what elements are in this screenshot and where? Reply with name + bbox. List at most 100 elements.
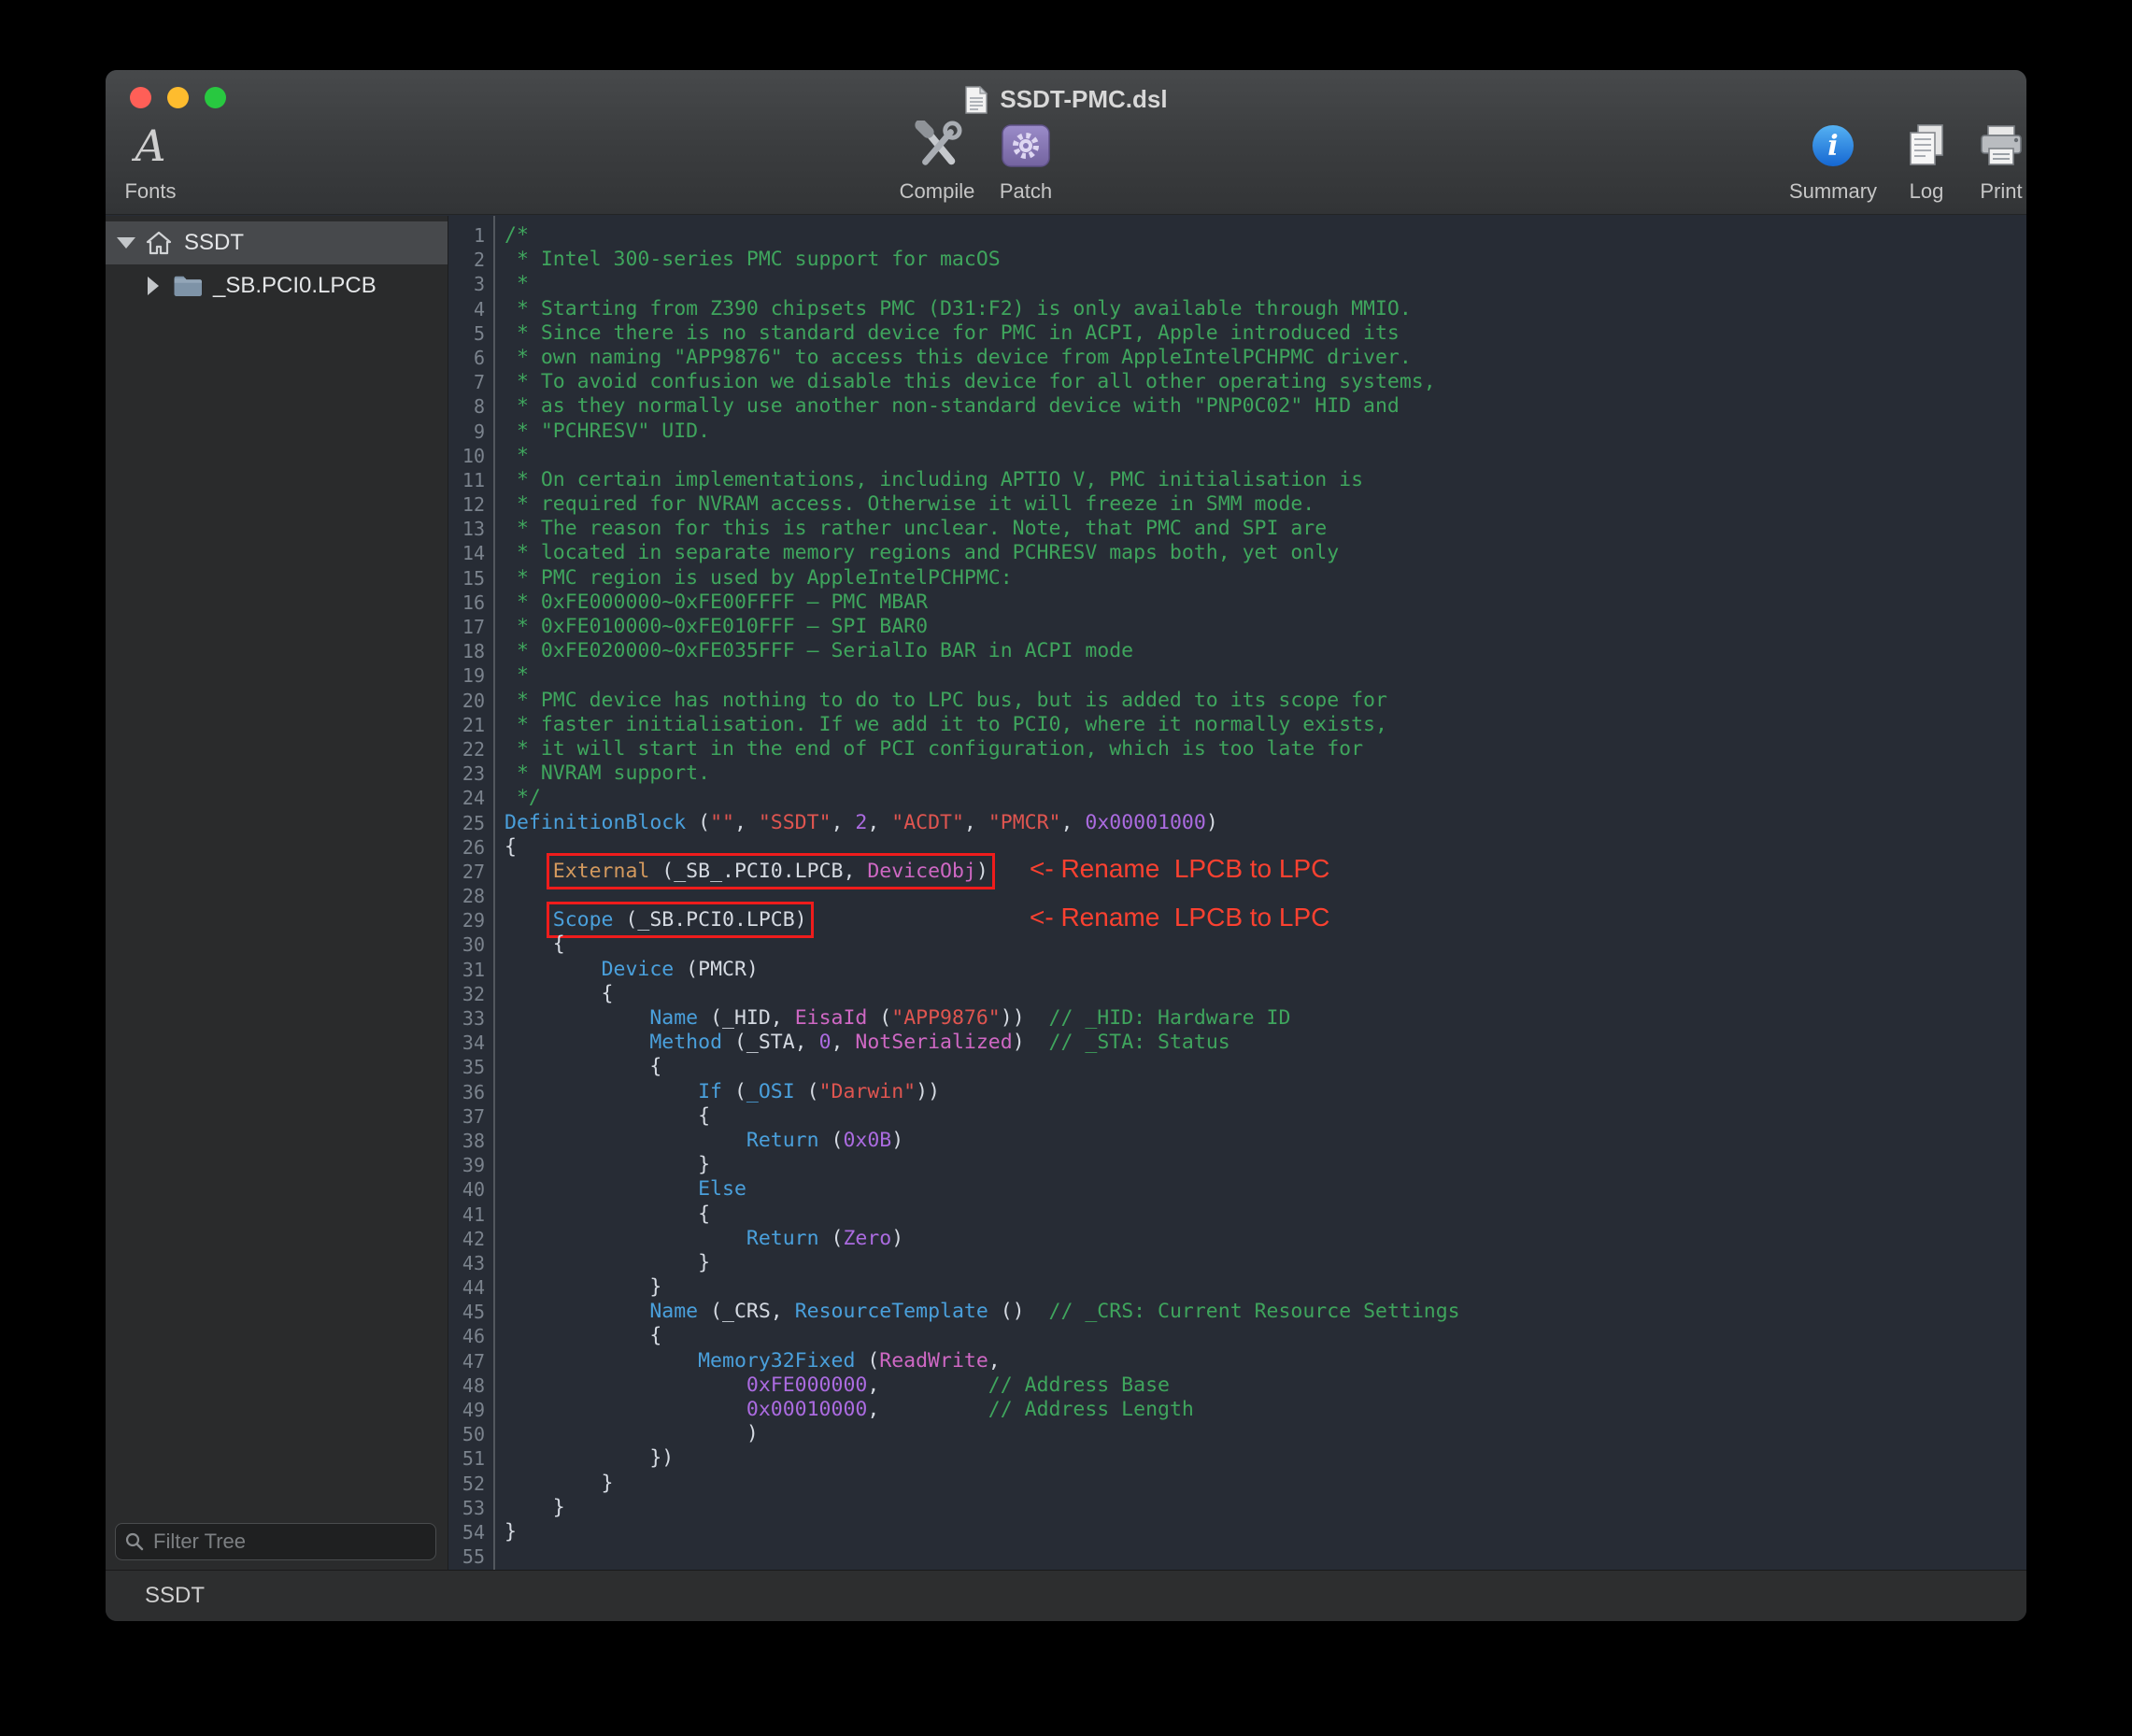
code-line-50[interactable]: ) [505,1422,2026,1446]
code-line-51[interactable]: }) [505,1446,2026,1471]
code-line-2[interactable]: * Intel 300-series PMC support for macOS [505,248,2026,272]
code-line-30[interactable]: { [505,932,2026,957]
code-line-47[interactable]: Memory32Fixed (ReadWrite, [505,1349,2026,1373]
print-button[interactable]: Print [1964,120,2026,208]
line-number: 55 [448,1544,493,1569]
patch-button[interactable]: Patch [988,120,1063,208]
status-text: SSDT [145,1583,205,1609]
code-line-9[interactable]: * "PCHRESV" UID. [505,420,2026,444]
annotation-box: External (_SB_.PCI0.LPCB, DeviceObj) [553,860,988,883]
code-line-43[interactable]: } [505,1251,2026,1275]
code-line-49[interactable]: 0x00010000, // Address Length [505,1398,2026,1422]
code-line-4[interactable]: * Starting from Z390 chipsets PMC (D31:F… [505,297,2026,321]
code-line-22[interactable]: * it will start in the end of PCI config… [505,737,2026,761]
code-line-15[interactable]: * PMC region is used by AppleIntelPCHPMC… [505,566,2026,591]
line-number: 51 [448,1446,493,1471]
code-line-24[interactable]: */ [505,786,2026,810]
code-line-36[interactable]: If (_OSI ("Darwin")) [505,1080,2026,1104]
line-number: 43 [448,1251,493,1275]
disclosure-triangle-collapsed[interactable] [148,277,159,295]
line-number: 8 [448,394,493,419]
code-line-41[interactable]: { [505,1202,2026,1227]
summary-info-icon: i [1811,120,1855,172]
code-line-45[interactable]: Name (_CRS, ResourceTemplate () // _CRS:… [505,1300,2026,1324]
code-line-10[interactable]: * [505,444,2026,468]
code-line-31[interactable]: Device (PMCR) [505,958,2026,982]
titlebar: SSDT-PMC.dsl A Fonts Compile [106,70,2026,215]
code-line-6[interactable]: * own naming "APP9876" to access this de… [505,346,2026,370]
code-line-32[interactable]: { [505,982,2026,1006]
log-button[interactable]: Log [1894,120,1959,208]
code-line-37[interactable]: { [505,1104,2026,1129]
line-number: 27 [448,860,493,884]
line-number: 6 [448,346,493,370]
fonts-button[interactable]: A Fonts [111,120,190,208]
code-line-35[interactable]: { [505,1055,2026,1079]
line-number: 47 [448,1349,493,1373]
code-line-48[interactable]: 0xFE000000, // Address Base [505,1373,2026,1398]
gutter: 1234567891011121314151617181920212223242… [448,216,495,1570]
code-line-33[interactable]: Name (_HID, EisaId ("APP9876")) // _HID:… [505,1006,2026,1031]
filter-tree-field [115,1523,436,1560]
code-line-17[interactable]: * 0xFE010000~0xFE010FFF – SPI BAR0 [505,615,2026,639]
compile-button[interactable]: Compile [886,120,988,208]
code-line-40[interactable]: Else [505,1177,2026,1202]
folder-icon [172,272,204,300]
sidebar-item-ssdt[interactable]: SSDT [106,221,448,264]
line-number: 24 [448,786,493,810]
window-title-area: SSDT-PMC.dsl [106,85,2026,114]
code-line-1[interactable]: /* [505,223,2026,248]
code-line-23[interactable]: * NVRAM support. [505,761,2026,786]
line-number: 7 [448,370,493,394]
code-line-7[interactable]: * To avoid confusion we disable this dev… [505,370,2026,394]
code-area[interactable]: /* * Intel 300-series PMC support for ma… [495,216,2026,1570]
code-line-39[interactable]: } [505,1153,2026,1177]
window-title: SSDT-PMC.dsl [1000,85,1167,114]
code-line-42[interactable]: Return (Zero) [505,1227,2026,1251]
log-icon [1905,120,1948,172]
code-line-38[interactable]: Return (0x0B) [505,1129,2026,1153]
code-line-44[interactable]: } [505,1275,2026,1300]
code-line-55[interactable] [505,1544,2026,1569]
line-number: 44 [448,1275,493,1300]
sidebar-item-_sb.pci0.lpcb[interactable]: _SB.PCI0.LPCB [106,264,448,307]
code-line-12[interactable]: * required for NVRAM access. Otherwise i… [505,492,2026,517]
annotation-text: <- Rename LPCB to LPC [1030,905,1329,930]
line-number: 1 [448,223,493,248]
code-line-14[interactable]: * located in separate memory regions and… [505,541,2026,565]
filter-input[interactable] [115,1523,436,1560]
code-line-53[interactable]: } [505,1496,2026,1520]
code-line-20[interactable]: * PMC device has nothing to do to LPC bu… [505,689,2026,713]
svg-text:i: i [1827,130,1838,163]
code-line-34[interactable]: Method (_STA, 0, NotSerialized) // _STA:… [505,1031,2026,1055]
line-number: 50 [448,1422,493,1446]
code-line-27[interactable]: External (_SB_.PCI0.LPCB, DeviceObj)<- R… [505,860,2026,884]
annotation-box: Scope (_SB.PCI0.LPCB) [553,908,807,932]
summary-button[interactable]: i Summary [1777,120,1889,208]
disclosure-triangle-expanded[interactable] [117,237,135,249]
code-line-21[interactable]: * faster initialisation. If we add it to… [505,713,2026,737]
code-line-8[interactable]: * as they normally use another non-stand… [505,394,2026,419]
line-number: 30 [448,932,493,957]
code-line-18[interactable]: * 0xFE020000~0xFE035FFF – SerialIo BAR i… [505,639,2026,663]
editor[interactable]: 1234567891011121314151617181920212223242… [448,216,2026,1570]
line-number: 38 [448,1129,493,1153]
code-line-46[interactable]: { [505,1324,2026,1348]
code-line-16[interactable]: * 0xFE000000~0xFE00FFFF – PMC MBAR [505,591,2026,615]
code-line-11[interactable]: * On certain implementations, including … [505,468,2026,492]
code-line-25[interactable]: DefinitionBlock ("", "SSDT", 2, "ACDT", … [505,811,2026,835]
code-line-29[interactable]: Scope (_SB.PCI0.LPCB) <- Rename LPCB to L… [505,908,2026,932]
code-line-54[interactable]: } [505,1520,2026,1544]
line-number: 18 [448,639,493,663]
code-line-19[interactable]: * [505,663,2026,688]
line-number: 26 [448,835,493,860]
tree-item-label: _SB.PCI0.LPCB [213,273,377,299]
code-line-52[interactable]: } [505,1472,2026,1496]
line-number: 11 [448,468,493,492]
line-number: 46 [448,1324,493,1348]
code-line-13[interactable]: * The reason for this is rather unclear.… [505,517,2026,541]
line-number: 17 [448,615,493,639]
code-line-3[interactable]: * [505,272,2026,296]
code-line-5[interactable]: * Since there is no standard device for … [505,321,2026,346]
line-number: 52 [448,1472,493,1496]
